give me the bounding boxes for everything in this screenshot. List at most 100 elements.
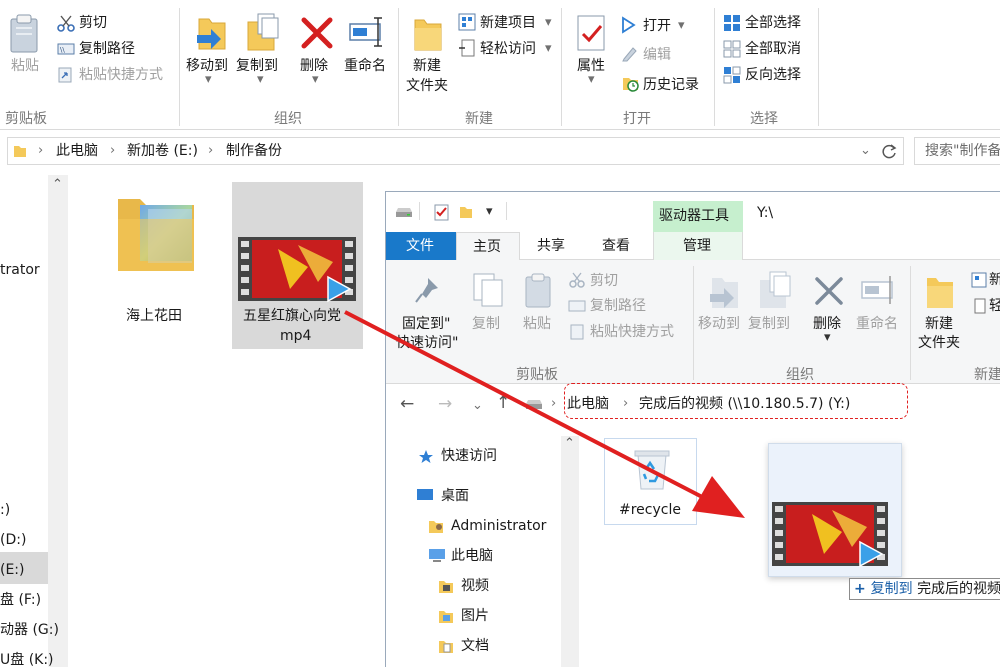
new-item-button[interactable]: 新建项目 (480, 15, 536, 31)
outer-search-box[interactable]: 搜索"制作备份" (914, 137, 1000, 165)
file-name-folder[interactable]: 海上花田 (126, 308, 182, 324)
open-button[interactable]: 打开 (643, 18, 671, 34)
scroll-up-icon[interactable]: ⌃ (564, 436, 575, 451)
open-group-label: 打开 (623, 111, 651, 127)
nav-pictures[interactable]: 图片 (461, 608, 489, 624)
scroll-up-icon[interactable]: ⌃ (52, 177, 63, 192)
folder-thumbnail-icon[interactable] (114, 195, 198, 275)
qat-dropdown-icon[interactable]: ▾ (486, 204, 493, 219)
delete-dropdown-icon[interactable]: ▾ (312, 72, 319, 87)
paste-shortcut-button[interactable]: 粘贴快捷方式 (79, 67, 163, 83)
rename-button[interactable]: 重命名 (344, 58, 386, 74)
tab-manage-label[interactable]: 管理 (683, 238, 711, 254)
refresh-icon[interactable] (881, 143, 898, 160)
move-to-button[interactable]: 移动到 (698, 316, 740, 332)
file-name-video-ext[interactable]: mp4 (280, 328, 311, 344)
nav-videos[interactable]: 视频 (461, 578, 489, 594)
invert-selection-button[interactable]: 反向选择 (745, 67, 801, 83)
open-dropdown-icon[interactable]: ▾ (678, 18, 685, 33)
nav-administrator[interactable]: Administrator (451, 518, 546, 534)
edit-button[interactable]: 编辑 (643, 47, 671, 63)
cut-button[interactable]: 剪切 (590, 273, 618, 289)
video-thumbnail-icon (772, 502, 888, 568)
outer-address-bar[interactable]: › 此电脑 › 新加卷 (E:) › 制作备份 ⌄ (7, 137, 904, 165)
new-folder-label-1[interactable]: 新建 (413, 58, 441, 74)
pin-quick-access-label-1[interactable]: 固定到" (402, 316, 450, 332)
nav-quick-access[interactable]: 快速访问 (441, 448, 497, 464)
pin-quick-access-label-2[interactable]: 快速访问" (396, 335, 458, 351)
back-arrow-icon[interactable]: ← (400, 396, 414, 413)
history-button[interactable]: 历史记录 (643, 77, 699, 93)
new-item-partial[interactable]: 新 (989, 272, 1000, 288)
new-folder-label-2[interactable]: 文件夹 (406, 78, 448, 94)
nav-item-drive-d[interactable]: (D:) (0, 532, 26, 548)
recycle-folder-name[interactable]: #recycle (619, 502, 681, 518)
inner-nav-scrollbar[interactable]: ⌃ (561, 436, 579, 667)
recycle-folder-item[interactable]: #recycle (604, 438, 697, 525)
cut-button[interactable]: 剪切 (79, 15, 107, 31)
chevron-down-icon[interactable]: ⌄ (860, 143, 871, 158)
properties-quick-icon[interactable] (434, 203, 450, 221)
plus-icon: + (854, 581, 871, 597)
select-none-button[interactable]: 全部取消 (745, 41, 801, 57)
easy-access-dropdown-icon[interactable]: ▾ (545, 41, 552, 56)
nav-documents[interactable]: 文档 (461, 638, 489, 654)
chevron-right-icon[interactable]: › (38, 143, 43, 158)
forward-arrow-icon[interactable]: → (438, 396, 452, 413)
nav-item-drive-g[interactable]: 动器 (G:) (0, 622, 59, 638)
move-to-dropdown-icon[interactable]: ▾ (205, 72, 212, 87)
breadcrumb-backup[interactable]: 制作备份 (226, 143, 282, 159)
easy-access-button[interactable]: 轻松访问 (480, 41, 536, 57)
new-folder-quick-icon[interactable] (459, 205, 473, 219)
nav-item-drive-k[interactable]: U盘 (K:) (0, 652, 54, 667)
breadcrumb-this-pc[interactable]: 此电脑 (56, 143, 98, 159)
new-item-dropdown-icon[interactable]: ▾ (545, 15, 552, 30)
tab-view[interactable]: 查看 (602, 238, 630, 254)
nav-item-drive-e[interactable]: (E:) (0, 562, 25, 578)
paste-shortcut-button[interactable]: 粘贴快捷方式 (590, 324, 674, 340)
tab-home-label[interactable]: 主页 (473, 239, 501, 255)
breadcrumb-drive-e[interactable]: 新加卷 (E:) (127, 143, 198, 159)
copy-to-button[interactable]: 复制到 (748, 316, 790, 332)
recent-locations-icon[interactable]: ⌄ (472, 398, 483, 413)
select-all-icon (724, 15, 740, 31)
chevron-right-icon[interactable]: › (208, 143, 213, 158)
copy-path-button[interactable]: 复制路径 (590, 298, 646, 314)
documents-folder-icon (439, 641, 453, 653)
title-divider (506, 202, 507, 220)
search-placeholder[interactable]: 搜索"制作备份" (925, 143, 1000, 159)
nav-item-drive-c[interactable]: :) (0, 502, 10, 518)
chevron-right-icon[interactable]: › (551, 396, 556, 411)
easy-access-partial[interactable]: 轻 (989, 298, 1000, 314)
paste-button[interactable]: 粘贴 (11, 58, 39, 74)
select-all-button[interactable]: 全部选择 (745, 15, 801, 31)
delete-dropdown-icon[interactable]: ▾ (824, 330, 831, 345)
new-folder-label-1[interactable]: 新建 (925, 316, 953, 332)
nav-this-pc[interactable]: 此电脑 (451, 548, 493, 564)
tab-file-label[interactable]: 文件 (406, 238, 434, 254)
file-name-video[interactable]: 五星红旗心向党 (243, 308, 341, 324)
nav-item-administrator[interactable]: trator (0, 262, 40, 278)
drive-tools-context-tab: 驱动器工具 (653, 201, 743, 232)
tab-home[interactable]: 主页 (456, 232, 520, 261)
paste-button[interactable]: 粘贴 (523, 316, 551, 332)
paste-icon[interactable] (8, 13, 42, 55)
ribbon-divider (714, 8, 715, 126)
rename-button[interactable]: 重命名 (856, 316, 898, 332)
chevron-right-icon[interactable]: › (110, 143, 115, 158)
drive-icon (526, 400, 542, 409)
outer-ribbon: 粘贴 剪切 \\ 复制路径 粘贴快捷方式 剪贴板 移动到 ▾ 复制到 ▾ 删除 … (0, 0, 1000, 130)
tab-share[interactable]: 共享 (537, 238, 565, 254)
delete-icon (301, 17, 333, 49)
copy-path-button[interactable]: 复制路径 (79, 41, 135, 57)
new-folder-label-2[interactable]: 文件夹 (918, 335, 960, 351)
tab-manage[interactable]: 管理 (653, 232, 743, 260)
tab-file[interactable]: 文件 (386, 232, 456, 260)
nav-desktop[interactable]: 桌面 (441, 488, 469, 504)
up-arrow-icon[interactable]: ↑ (496, 395, 510, 412)
nav-item-drive-f[interactable]: 盘 (F:) (0, 592, 41, 608)
copy-button[interactable]: 复制 (472, 316, 500, 332)
properties-dropdown-icon[interactable]: ▾ (588, 72, 595, 87)
copy-to-dropdown-icon[interactable]: ▾ (257, 72, 264, 87)
outer-nav-scrollbar[interactable]: ⌃ (48, 175, 68, 667)
